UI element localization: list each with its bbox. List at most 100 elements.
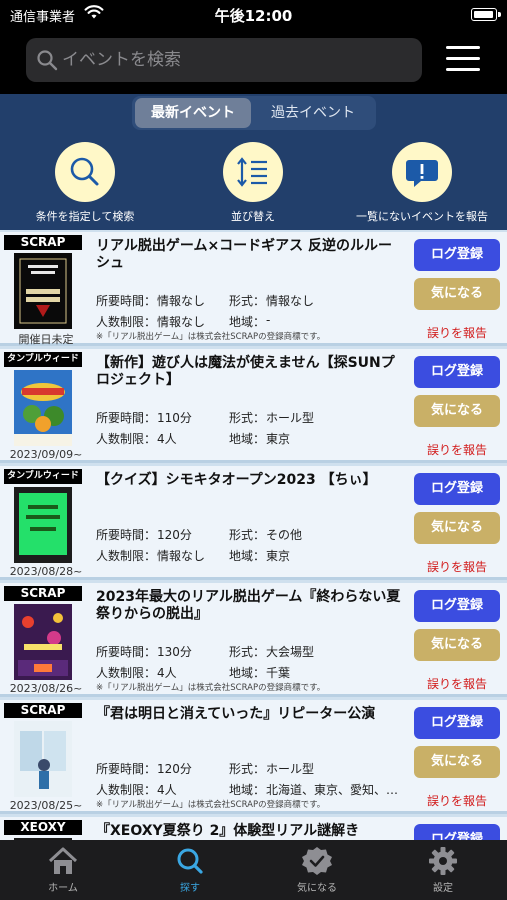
tab-explore-label: 探す [180, 883, 200, 894]
filter-search-button[interactable]: 条件を指定して検索 [20, 142, 150, 224]
event-poster [14, 370, 72, 446]
event-date: 2023/09/09~ [9, 448, 83, 461]
report-error-link[interactable]: 誤りを報告 [414, 792, 500, 809]
organizer-label: SCRAP [4, 235, 82, 250]
area-label: 地域： [229, 315, 266, 329]
organizer-label: SCRAP [4, 703, 82, 718]
status-bar: 通信事業者 午後12:00 [0, 0, 507, 30]
clock: 午後12:00 [214, 7, 293, 25]
trademark-note: ※「リアル脱出ゲーム」は株式会社SCRAPの登録商標です。 [96, 683, 326, 693]
menu-line [446, 46, 480, 49]
search-input[interactable] [62, 45, 402, 75]
log-register-button[interactable]: ログ登録 [414, 707, 500, 739]
tab-latest-events[interactable]: 最新イベント [135, 98, 251, 128]
log-register-button[interactable]: ログ登録 [414, 824, 500, 840]
event-card[interactable]: タンブルウィード 2023/08/28~ 【クイズ】シモキタオープン2023 【… [0, 466, 507, 580]
report-error-link[interactable]: 誤りを報告 [414, 558, 500, 575]
search-icon [70, 157, 99, 186]
format-label: 形式： [229, 411, 266, 425]
log-register-button[interactable]: ログ登録 [414, 356, 500, 388]
duration-label: 所要時間： [96, 645, 157, 659]
report-bubble-icon [406, 160, 438, 187]
sort-circle [223, 142, 283, 202]
tab-explore[interactable]: 探す [145, 846, 235, 894]
menu-line [446, 57, 480, 60]
event-title: 『君は明日と消えていった』リピーター公演 [96, 706, 376, 722]
event-list[interactable]: SCRAP 開催日未定 リアル脱出ゲーム×コードギアス 反逆のルルーシュ 所要時… [0, 230, 507, 840]
report-missing-event-button[interactable]: 一覧にないイベントを報告 [340, 142, 504, 224]
event-title: 【新作】遊び人は魔法が使えません【探SUNプロジェクト】 [96, 355, 395, 388]
organizer-label: XEOXY [4, 820, 82, 835]
log-register-button[interactable]: ログ登録 [414, 239, 500, 271]
organizer-label: タンブルウィード [4, 469, 82, 484]
sort-button[interactable]: 並び替え [198, 142, 308, 224]
tab-home[interactable]: ホーム [18, 846, 108, 894]
hamburger-menu-button[interactable] [446, 46, 480, 72]
tab-settings[interactable]: 設定 [398, 846, 488, 894]
home-icon [48, 847, 78, 874]
format-value: ホール型 [266, 762, 315, 776]
area-value: 東京 [266, 432, 291, 446]
format-value: その他 [266, 528, 303, 542]
organizer-label: SCRAP [4, 586, 82, 601]
event-card[interactable]: タンブルウィード 2023/09/09~ 【新作】遊び人は魔法が使えません【探S… [0, 349, 507, 463]
event-title: 【クイズ】シモキタオープン2023 【ちぃ】 [96, 472, 377, 488]
area-value: 千葉 [266, 666, 291, 680]
area-value: 北海道、東京、愛知、… [266, 783, 399, 797]
report-error-link[interactable]: 誤りを報告 [414, 324, 500, 341]
menu-line [446, 68, 480, 71]
interested-button[interactable]: 気になる [414, 512, 500, 544]
event-date: 2023/08/26~ [9, 682, 83, 695]
trademark-note: ※「リアル脱出ゲーム」は株式会社SCRAPの登録商標です。 [96, 800, 326, 810]
event-title: 『XEOXY夏祭り 2』体験型リアル謎解き [96, 823, 360, 839]
tab-settings-label: 設定 [433, 883, 453, 894]
tab-interested-label: 気になる [297, 883, 337, 894]
people-label: 人数制限： [96, 783, 157, 797]
duration-value: 情報なし [157, 294, 206, 308]
area-label: 地域： [229, 432, 266, 446]
report-error-link[interactable]: 誤りを報告 [414, 675, 500, 692]
event-card[interactable]: SCRAP 2023/08/26~ 2023年最大のリアル脱出ゲーム『終わらない… [0, 583, 507, 697]
tab-past-events[interactable]: 過去イベント [253, 98, 373, 128]
report-error-link[interactable]: 誤りを報告 [414, 441, 500, 458]
event-card[interactable]: XEOXY 『XEOXY夏祭り 2』体験型リアル謎解き ログ登録 [0, 817, 507, 840]
gear-icon [429, 847, 457, 875]
people-value: 4人 [157, 432, 177, 446]
report-circle [392, 142, 452, 202]
format-label: 形式： [229, 528, 266, 542]
duration-label: 所要時間： [96, 528, 157, 542]
event-poster [14, 721, 72, 797]
report-missing-label: 一覧にないイベントを報告 [356, 210, 488, 223]
duration-value: 120分 [157, 762, 192, 776]
area-value: - [266, 313, 271, 327]
interested-button[interactable]: 気になる [414, 395, 500, 427]
event-card[interactable]: SCRAP 開催日未定 リアル脱出ゲーム×コードギアス 反逆のルルーシュ 所要時… [0, 232, 507, 346]
log-register-button[interactable]: ログ登録 [414, 473, 500, 505]
people-value: 情報なし [157, 315, 206, 329]
duration-label: 所要時間： [96, 411, 157, 425]
badge-check-icon [302, 847, 332, 875]
people-value: 4人 [157, 783, 177, 797]
area-label: 地域： [229, 783, 266, 797]
interested-button[interactable]: 気になる [414, 746, 500, 778]
people-value: 情報なし [157, 549, 206, 563]
event-poster [14, 487, 72, 563]
log-register-button[interactable]: ログ登録 [414, 590, 500, 622]
event-card[interactable]: SCRAP 2023/08/25~ 『君は明日と消えていった』リピーター公演 所… [0, 700, 507, 814]
format-label: 形式： [229, 762, 266, 776]
event-period-segment: 最新イベント 過去イベント [132, 96, 376, 130]
duration-label: 所要時間： [96, 294, 157, 308]
event-date: 2023/08/28~ [9, 565, 83, 578]
search-bar[interactable] [26, 38, 422, 82]
trademark-note: ※「リアル脱出ゲーム」は株式会社SCRAPの登録商標です。 [96, 332, 326, 342]
duration-value: 120分 [157, 528, 192, 542]
format-value: 情報なし [266, 294, 315, 308]
tab-interested[interactable]: 気になる [272, 846, 362, 894]
people-label: 人数制限： [96, 432, 157, 446]
interested-button[interactable]: 気になる [414, 278, 500, 310]
format-label: 形式： [229, 294, 266, 308]
search-header [0, 30, 507, 94]
interested-button[interactable]: 気になる [414, 629, 500, 661]
people-label: 人数制限： [96, 666, 157, 680]
organizer-label: タンブルウィード [4, 352, 82, 367]
